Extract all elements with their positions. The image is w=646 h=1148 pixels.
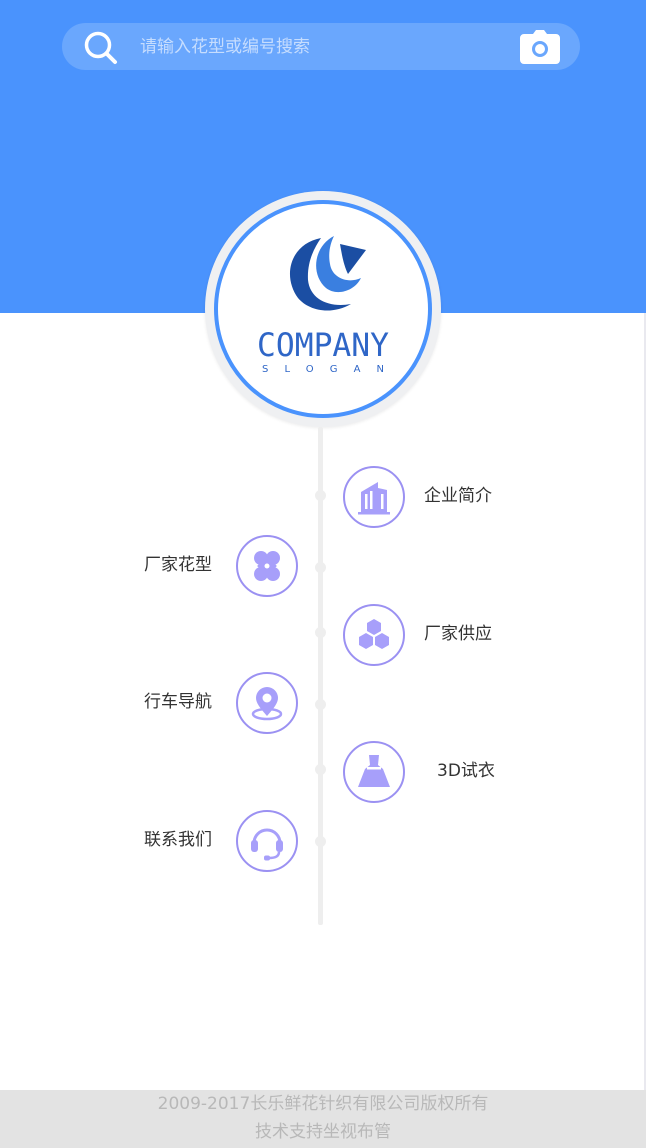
camera-icon[interactable] <box>520 30 560 64</box>
menu-item-label: 厂家花型 <box>144 555 212 575</box>
company-logo-badge: COMPANY SLOGAN <box>205 191 441 427</box>
menu-item-company-intro[interactable]: 企业简介 <box>343 466 543 530</box>
menu-item-navigation[interactable]: 行车导航 <box>138 672 338 736</box>
timeline-dot <box>315 490 326 501</box>
tech-support-text: 技术支持坐视布管 <box>255 1122 391 1142</box>
company-slogan-text: SLOGAN <box>262 364 384 375</box>
menu-item-label: 企业简介 <box>424 486 492 506</box>
clover-icon <box>236 535 298 597</box>
menu-item-factory-supply[interactable]: 厂家供应 <box>343 604 543 668</box>
menu-item-label: 联系我们 <box>144 830 212 850</box>
copyright-text: 2009-2017长乐鲜花针织有限公司版权所有 <box>157 1094 489 1114</box>
search-input[interactable] <box>140 23 500 70</box>
hexagons-icon <box>343 604 405 666</box>
menu-item-3d-fitting[interactable]: 3D试衣 <box>343 741 543 805</box>
footer: 2009-2017长乐鲜花针织有限公司版权所有 技术支持坐视布管 <box>0 1090 646 1148</box>
search-icon[interactable] <box>82 29 118 65</box>
timeline-dot <box>315 627 326 638</box>
menu-item-label: 厂家供应 <box>424 624 492 644</box>
company-logo-icon: COMPANY SLOGAN <box>257 236 389 375</box>
menu-item-contact-us[interactable]: 联系我们 <box>138 810 338 874</box>
timeline-dot <box>315 764 326 775</box>
building-icon <box>343 466 405 528</box>
menu-item-label: 3D试衣 <box>437 761 495 781</box>
headset-icon <box>236 810 298 872</box>
company-name-text: COMPANY <box>257 326 389 364</box>
dress-icon <box>343 741 405 803</box>
logo-circle: COMPANY SLOGAN <box>214 200 432 418</box>
menu-item-label: 行车导航 <box>144 692 212 712</box>
location-pin-icon <box>236 672 298 734</box>
menu-item-factory-patterns[interactable]: 厂家花型 <box>138 535 338 599</box>
search-bar[interactable] <box>62 23 580 70</box>
